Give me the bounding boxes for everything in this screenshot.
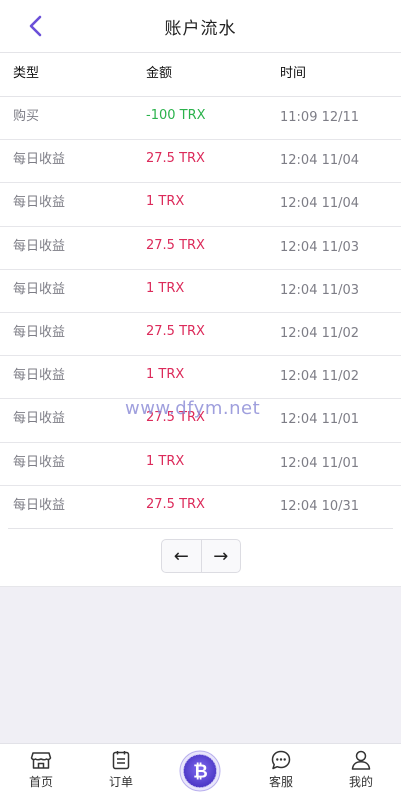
row-amount: 27.5 TRX: [146, 410, 205, 426]
next-page-button[interactable]: →: [202, 540, 241, 572]
account-flow-page: 账户流水 类型 金额 时间 购买 -100 TRX 11:09 12/11 每日…: [0, 0, 401, 793]
svg-text:₿: ₿: [193, 762, 208, 783]
tab-order[interactable]: 订单: [105, 744, 137, 793]
table-row: 每日收益 1 TRX 12:04 11/04: [0, 183, 401, 227]
row-type: 每日收益: [13, 454, 66, 470]
row-time: 12:04 11/02: [280, 325, 360, 341]
page-title: 账户流水: [164, 18, 237, 39]
tab-home-label: 首页: [28, 775, 53, 789]
row-time: 12:04 11/03: [280, 282, 360, 298]
row-type: 每日收益: [13, 368, 66, 384]
column-header-time: 时间: [280, 66, 307, 81]
chat-bubble-icon: [271, 750, 291, 770]
row-type: 每日收益: [13, 497, 66, 513]
row-time: 11:09 12/11: [280, 110, 360, 125]
row-type: 每日收益: [13, 195, 66, 211]
pagination: ← →: [161, 539, 241, 573]
transaction-list: 购买 -100 TRX 11:09 12/11 每日收益 27.5 TRX 12…: [0, 97, 401, 529]
row-type: 购买: [13, 109, 40, 124]
prev-page-button[interactable]: ←: [162, 540, 202, 572]
tab-service[interactable]: 客服: [265, 744, 297, 793]
bitcoin-icon: ₿: [179, 750, 221, 792]
row-amount: 1 TRX: [146, 453, 185, 469]
back-button[interactable]: [24, 14, 46, 38]
column-header-type: 类型: [13, 66, 40, 81]
center-coin-button[interactable]: ₿: [179, 750, 221, 792]
content-card: 账户流水 类型 金额 时间 购买 -100 TRX 11:09 12/11 每日…: [0, 0, 401, 587]
header: 账户流水: [0, 0, 401, 53]
chevron-left-icon: [29, 15, 42, 37]
row-amount: 27.5 TRX: [146, 151, 205, 167]
store-icon: [30, 752, 52, 769]
row-time: 12:04 10/31: [280, 498, 360, 514]
user-icon: [351, 750, 371, 770]
table-row: 每日收益 1 TRX 12:04 11/02: [0, 356, 401, 400]
row-amount: 1 TRX: [146, 194, 185, 210]
order-list-icon: [112, 751, 130, 770]
row-amount: 27.5 TRX: [146, 237, 205, 253]
row-time: 12:04 11/04: [280, 153, 360, 169]
table-header: 类型 金额 时间: [0, 53, 401, 97]
table-row: 购买 -100 TRX 11:09 12/11: [0, 97, 401, 141]
row-time: 12:04 11/04: [280, 196, 360, 212]
row-time: 12:04 11/03: [280, 239, 360, 255]
table-row: 每日收益 27.5 TRX 12:04 11/01: [0, 399, 401, 443]
row-type: 每日收益: [13, 281, 66, 297]
row-amount: -100 TRX: [146, 108, 206, 123]
row-amount: 1 TRX: [146, 367, 185, 383]
tab-service-label: 客服: [268, 775, 293, 789]
table-row: 每日收益 27.5 TRX 12:04 10/31: [0, 486, 401, 529]
row-type: 每日收益: [13, 238, 66, 254]
row-time: 12:04 11/01: [280, 455, 360, 471]
tab-home[interactable]: 首页: [25, 744, 57, 793]
bottom-tab-bar: 首页 订单 ₿ 客服 我的: [0, 743, 401, 793]
row-type: 每日收益: [13, 152, 66, 168]
table-row: 每日收益 27.5 TRX 12:04 11/02: [0, 313, 401, 357]
row-type: 每日收益: [13, 411, 66, 427]
row-amount: 1 TRX: [146, 280, 185, 296]
table-row: 每日收益 27.5 TRX 12:04 11/03: [0, 227, 401, 270]
row-time: 12:04 11/01: [280, 412, 360, 428]
table-bottom-divider: [8, 528, 393, 529]
tab-order-label: 订单: [108, 775, 133, 789]
table-row: 每日收益 1 TRX 12:04 11/03: [0, 270, 401, 313]
table-row: 每日收益 27.5 TRX 12:04 11/04: [0, 140, 401, 184]
row-amount: 27.5 TRX: [146, 323, 205, 339]
tab-mine[interactable]: 我的: [345, 744, 377, 793]
column-header-amount: 金额: [146, 66, 173, 81]
row-type: 每日收益: [13, 324, 66, 340]
row-amount: 27.5 TRX: [146, 496, 205, 512]
row-time: 12:04 11/02: [280, 369, 360, 385]
tab-mine-label: 我的: [348, 775, 373, 789]
table-row: 每日收益 1 TRX 12:04 11/01: [0, 443, 401, 486]
